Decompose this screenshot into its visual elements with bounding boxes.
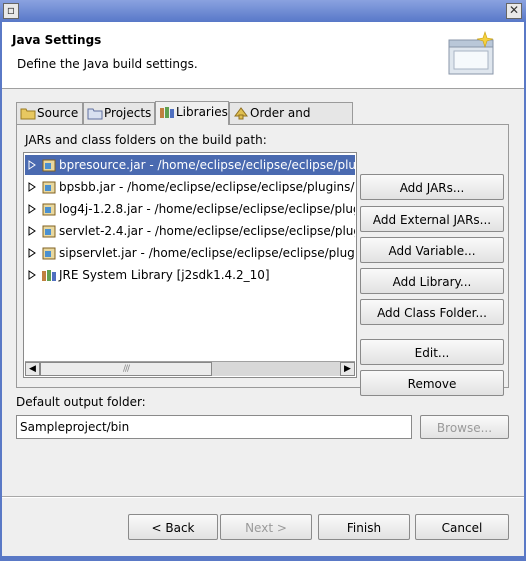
tab-label: Libraries bbox=[176, 105, 228, 119]
libraries-icon bbox=[159, 105, 175, 125]
cancel-button[interactable]: Cancel bbox=[415, 514, 509, 540]
back-button[interactable]: < Back bbox=[128, 514, 218, 540]
tab-libraries[interactable]: Libraries bbox=[155, 101, 229, 125]
scroll-right-icon[interactable]: ▶ bbox=[340, 362, 355, 376]
jar-icon bbox=[41, 157, 57, 175]
add-variable-button[interactable]: Add Variable... bbox=[360, 237, 504, 263]
horizontal-scrollbar[interactable]: ◀ /// ▶ bbox=[25, 361, 355, 376]
list-item[interactable]: servlet-2.4.jar - /home/eclipse/eclipse/… bbox=[25, 221, 355, 241]
edit-button[interactable]: Edit... bbox=[360, 339, 504, 365]
page-title: Java Settings bbox=[12, 33, 102, 47]
jar-icon bbox=[41, 245, 57, 263]
next-button[interactable]: Next > bbox=[220, 514, 312, 540]
build-path-label: JARs and class folders on the build path… bbox=[25, 133, 267, 147]
java-settings-dialog: Java Settings Define the Java build sett… bbox=[2, 22, 524, 556]
close-icon[interactable]: ✕ bbox=[506, 3, 522, 19]
tab-label: Source bbox=[37, 106, 79, 120]
expand-arrow-icon[interactable] bbox=[28, 225, 36, 239]
browse-button[interactable]: Browse... bbox=[420, 415, 509, 439]
library-list[interactable]: bpresource.jar - /home/eclipse/eclipse/e… bbox=[23, 152, 357, 378]
list-item[interactable]: sipservlet.jar - /home/eclipse/eclipse/e… bbox=[25, 243, 355, 263]
finish-button[interactable]: Finish bbox=[318, 514, 410, 540]
tab-source[interactable]: Source bbox=[16, 102, 83, 124]
jar-icon bbox=[41, 179, 57, 197]
add-library-button[interactable]: Add Library... bbox=[360, 268, 504, 294]
add-external-jars-button[interactable]: Add External JARs... bbox=[360, 206, 504, 232]
tab-projects[interactable]: Projects bbox=[83, 102, 155, 124]
libraries-panel: JARs and class folders on the build path… bbox=[16, 124, 509, 396]
expand-arrow-icon[interactable] bbox=[28, 269, 36, 283]
list-item-text: JRE System Library [j2sdk1.4.2_10] bbox=[59, 268, 270, 282]
list-item-text: bpresource.jar - /home/eclipse/eclipse/e… bbox=[59, 158, 355, 172]
expand-arrow-icon[interactable] bbox=[28, 203, 36, 217]
list-item[interactable]: log4j-1.2.8.jar - /home/eclipse/eclipse/… bbox=[25, 199, 355, 219]
list-item[interactable]: bpresource.jar - /home/eclipse/eclipse/e… bbox=[25, 155, 355, 175]
output-folder-input[interactable]: Sampleproject/bin bbox=[16, 415, 412, 439]
list-item-text: bpsbb.jar - /home/eclipse/eclipse/eclips… bbox=[59, 180, 355, 194]
tab-order-and-export[interactable]: Order and Export bbox=[229, 102, 353, 140]
library-icon bbox=[41, 267, 57, 285]
window-titlebar[interactable]: ▫ ✕ bbox=[0, 0, 526, 22]
remove-button[interactable]: Remove bbox=[360, 370, 504, 396]
list-item-text: servlet-2.4.jar - /home/eclipse/eclipse/… bbox=[59, 224, 355, 238]
expand-arrow-icon[interactable] bbox=[28, 159, 36, 173]
scroll-left-icon[interactable]: ◀ bbox=[25, 362, 40, 376]
page-description: Define the Java build settings. bbox=[17, 57, 198, 71]
projects-icon bbox=[87, 106, 103, 126]
expand-arrow-icon[interactable] bbox=[28, 181, 36, 195]
order-export-icon bbox=[233, 106, 249, 126]
source-folder-icon bbox=[20, 106, 36, 126]
list-item-text: sipservlet.jar - /home/eclipse/eclipse/e… bbox=[59, 246, 355, 260]
footer-divider bbox=[2, 496, 524, 498]
window-menu-icon[interactable]: ▫ bbox=[3, 3, 19, 19]
output-folder-label: Default output folder: bbox=[16, 395, 146, 409]
jar-icon bbox=[41, 223, 57, 241]
wizard-banner-icon bbox=[445, 30, 501, 83]
add-jars-button[interactable]: Add JARs... bbox=[360, 174, 504, 200]
jar-icon bbox=[41, 201, 57, 219]
scrollbar-thumb[interactable]: /// bbox=[40, 362, 212, 376]
expand-arrow-icon[interactable] bbox=[28, 247, 36, 261]
add-class-folder-button[interactable]: Add Class Folder... bbox=[360, 299, 504, 325]
dialog-header: Java Settings Define the Java build sett… bbox=[2, 22, 524, 89]
list-item[interactable]: bpsbb.jar - /home/eclipse/eclipse/eclips… bbox=[25, 177, 355, 197]
tab-label: Projects bbox=[104, 106, 152, 120]
list-item[interactable]: JRE System Library [j2sdk1.4.2_10] bbox=[25, 265, 355, 285]
list-item-text: log4j-1.2.8.jar - /home/eclipse/eclipse/… bbox=[59, 202, 355, 216]
